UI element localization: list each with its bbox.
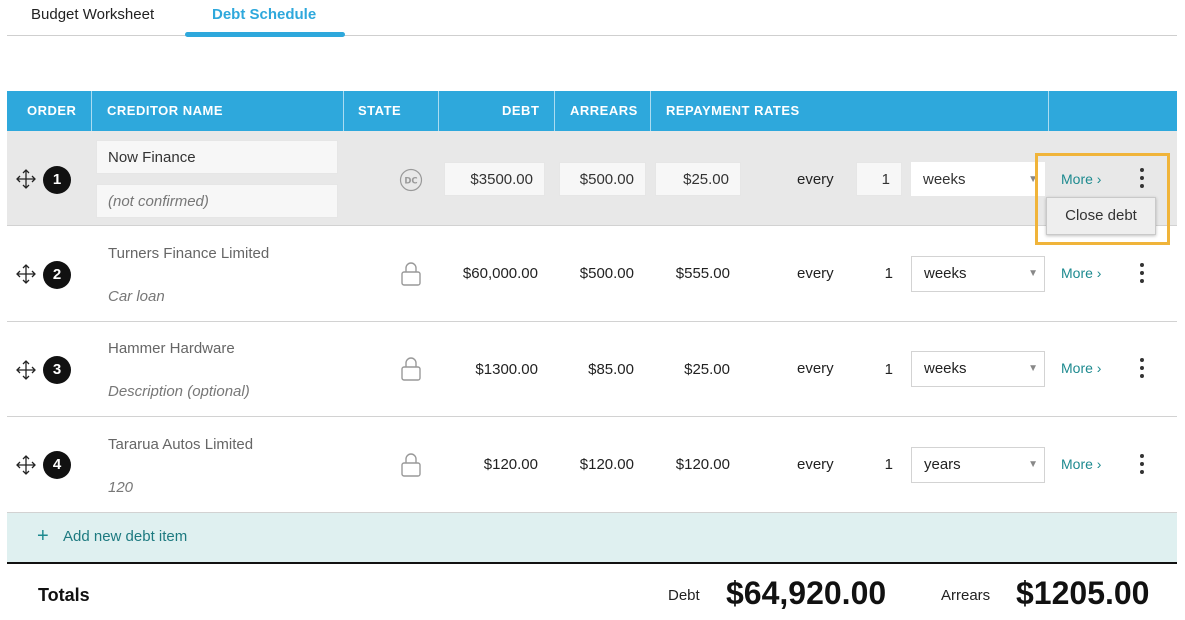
header-divider: [554, 91, 555, 131]
period-value: weeks: [924, 360, 967, 377]
active-tab-indicator: [185, 32, 345, 37]
more-link[interactable]: More ›: [1061, 360, 1101, 376]
arrears-value: $500.00: [579, 265, 634, 282]
header-creditor-name: CREDITOR NAME: [107, 103, 224, 118]
debt-value: $60,000.00: [462, 265, 538, 282]
kebab-menu-icon[interactable]: [1137, 454, 1147, 476]
arrears-total-value: $1205.00: [1016, 575, 1150, 611]
every-label: every: [797, 456, 834, 473]
every-label: every: [797, 360, 834, 377]
tab-bar: Budget Worksheet Debt Schedule: [7, 0, 1177, 37]
creditor-description: Description (optional): [108, 383, 250, 400]
arrears-value: $85.00: [588, 361, 634, 378]
header-arrears: ARREARS: [570, 103, 638, 118]
header-divider: [91, 91, 92, 131]
dropdown-arrow-icon: ▼: [1028, 268, 1038, 279]
repayment-rate-value: $120.00: [675, 456, 730, 473]
table-row: 3 Hammer Hardware Description (optional)…: [7, 322, 1177, 417]
frequency-input[interactable]: 1: [856, 162, 902, 196]
repayment-rate-input[interactable]: $25.00: [655, 162, 741, 196]
header-state: STATE: [358, 103, 402, 118]
frequency-value: 1: [884, 456, 893, 473]
header-debt: DEBT: [502, 103, 540, 118]
header-divider: [650, 91, 651, 131]
chevron-right-icon: ›: [1096, 456, 1102, 472]
repayment-rate-value: $25.00: [684, 361, 730, 378]
chevron-right-icon: ›: [1096, 265, 1102, 281]
svg-text:DC: DC: [404, 177, 417, 187]
debt-value: $1300.00: [475, 361, 538, 378]
frequency-value: 1: [884, 361, 893, 378]
move-icon[interactable]: [15, 454, 37, 476]
more-link[interactable]: More ›: [1061, 265, 1101, 281]
more-link[interactable]: More ›: [1061, 456, 1101, 472]
header-divider: [438, 91, 439, 131]
table-row: 1 Now Finance (not confirmed) DC $3500.0…: [7, 131, 1177, 226]
plus-icon: +: [37, 525, 49, 547]
creditor-name: Tararua Autos Limited: [108, 436, 254, 453]
period-value: weeks: [924, 265, 967, 282]
table-row: 4 Tararua Autos Limited 120 $120.00 $120…: [7, 418, 1177, 513]
creditor-description: Car loan: [108, 288, 165, 305]
every-label: every: [797, 265, 834, 282]
move-icon[interactable]: [15, 359, 37, 381]
arrears-value: $120.00: [579, 456, 634, 473]
creditor-name: Turners Finance Limited: [108, 245, 270, 262]
dropdown-arrow-icon: ▼: [1028, 363, 1038, 374]
add-debt-item-row[interactable]: + Add new debt item: [7, 513, 1177, 562]
close-debt-menu-item[interactable]: Close debt: [1046, 197, 1156, 235]
period-select[interactable]: weeks ▼: [911, 162, 1045, 196]
creditor-description: 120: [108, 479, 134, 496]
kebab-menu-icon[interactable]: [1137, 263, 1147, 285]
header-divider: [1048, 91, 1049, 131]
dc-badge-icon: DC: [399, 168, 423, 192]
debt-input[interactable]: $3500.00: [444, 162, 545, 196]
description-input[interactable]: (not confirmed): [96, 184, 338, 218]
debt-total-label: Debt: [668, 587, 700, 604]
period-select[interactable]: weeks ▼: [911, 256, 1045, 292]
move-icon[interactable]: [15, 263, 37, 285]
creditor-name-input[interactable]: Now Finance: [96, 140, 338, 174]
arrears-total-label: Arrears: [941, 587, 991, 604]
totals-divider: [7, 562, 1177, 564]
add-debt-item-label[interactable]: Add new debt item: [63, 528, 187, 545]
table-header: ORDER CREDITOR NAME STATE DEBT ARREARS R…: [7, 91, 1177, 131]
debt-total-value: $64,920.00: [726, 575, 887, 611]
arrears-input[interactable]: $500.00: [559, 162, 646, 196]
order-number: 1: [43, 166, 71, 194]
lock-icon: [401, 453, 421, 477]
table-row: 2 Turners Finance Limited Car loan $60,0…: [7, 227, 1177, 322]
lock-icon: [401, 262, 421, 286]
every-label: every: [797, 171, 834, 188]
period-select[interactable]: years ▼: [911, 447, 1045, 483]
tab-budget-worksheet[interactable]: Budget Worksheet: [31, 6, 154, 36]
lock-icon: [401, 357, 421, 381]
header-order: ORDER: [27, 103, 77, 118]
frequency-value: 1: [884, 265, 893, 282]
kebab-menu-icon[interactable]: [1137, 358, 1147, 380]
period-value: weeks: [923, 171, 966, 188]
creditor-name: Hammer Hardware: [108, 340, 235, 357]
order-number: 3: [43, 356, 71, 384]
debt-value: $120.00: [483, 456, 538, 473]
header-divider: [343, 91, 344, 131]
repayment-rate-value: $555.00: [675, 265, 730, 282]
move-icon[interactable]: [15, 168, 37, 190]
period-select[interactable]: weeks ▼: [911, 351, 1045, 387]
totals-label: Totals: [38, 585, 90, 605]
order-number: 2: [43, 261, 71, 289]
period-value: years: [924, 456, 961, 473]
dropdown-arrow-icon: ▼: [1028, 459, 1038, 470]
order-number: 4: [43, 451, 71, 479]
header-repayment-rates: REPAYMENT RATES: [666, 103, 800, 118]
chevron-right-icon: ›: [1096, 360, 1102, 376]
